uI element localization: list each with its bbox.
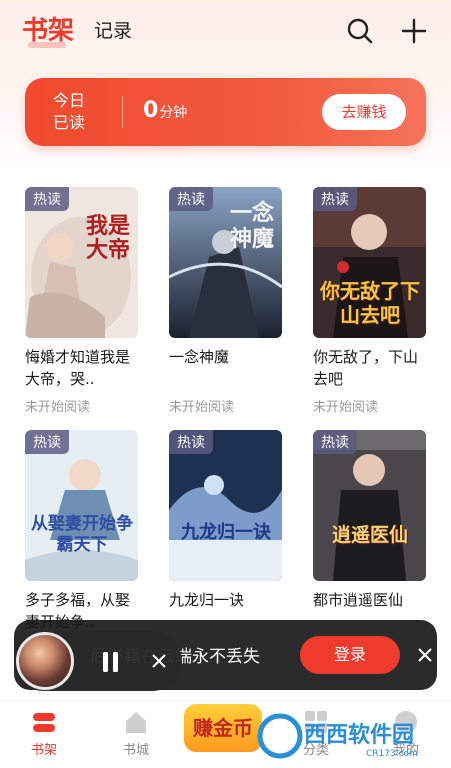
bookshelf-icon — [33, 713, 55, 732]
book-cover[interactable]: 九龙归一诀 热读 — [169, 430, 282, 581]
cover-title: 我是大帝 — [85, 214, 130, 263]
reading-time: 0 分钟 — [143, 98, 187, 123]
book-title: 你无敌了，下山去吧 — [313, 348, 419, 388]
book-cover[interactable]: 我是大帝 热读 — [25, 187, 138, 338]
book-cover[interactable]: 从娶妻开始争霸天下 热读 — [25, 430, 138, 581]
book-title: 悔婚才知道我是大帝，哭.. — [25, 348, 131, 388]
plus-icon[interactable] — [401, 18, 427, 44]
hot-badge: 热读 — [25, 430, 69, 454]
book-status: 未开始阅读 — [25, 400, 91, 415]
tab-bookshelf[interactable]: 书架 — [22, 12, 74, 50]
nav-item-bookshelf[interactable]: 书架 — [14, 709, 74, 758]
search-icon[interactable] — [347, 18, 373, 44]
player-cover-avatar — [16, 632, 74, 690]
watermark-text: 西西软件园 — [304, 722, 414, 748]
book-item[interactable]: 从娶妻开始争霸天下 热读 多子多福，从娶妻开始争.. — [25, 430, 141, 633]
hot-badge: 热读 — [169, 187, 213, 211]
reading-unit: 分钟 — [159, 105, 188, 121]
book-item[interactable]: 我是大帝 热读 悔婚才知道我是大帝，哭.. 未开始阅读 — [25, 187, 141, 415]
nav-label: 书架 — [30, 743, 57, 758]
login-button[interactable]: 登录 — [300, 636, 400, 674]
book-status: 未开始阅读 — [169, 400, 235, 415]
nav-item-bookstore[interactable]: 书城 — [106, 709, 166, 758]
cover-title: 你无敌了下山去吧 — [320, 279, 420, 327]
book-cover[interactable]: 逍遥医仙 热读 — [313, 430, 426, 581]
cover-title: 九龙归一诀 — [181, 522, 271, 543]
book-cover[interactable]: 一念神魔 热读 — [169, 187, 282, 338]
cover-title: 从娶妻开始争霸天下 — [31, 514, 133, 555]
book-item[interactable]: 一念神魔 热读 一念神魔 未开始阅读 — [169, 187, 285, 415]
close-icon[interactable] — [416, 646, 434, 664]
tab-history[interactable]: 记录 — [94, 12, 132, 50]
top-tabs: 书架 记录 — [22, 12, 132, 50]
book-status: 未开始阅读 — [313, 400, 379, 415]
audio-mini-player[interactable] — [14, 631, 182, 691]
pause-icon[interactable] — [102, 652, 120, 672]
today-reading-card: 今日 已读 0 分钟 去赚钱 — [25, 78, 426, 146]
cover-title: 逍遥医仙 — [331, 524, 408, 546]
nav-label: 书城 — [122, 743, 149, 758]
watermark-domain: CR173.com — [366, 749, 418, 759]
hot-badge: 热读 — [25, 187, 69, 211]
hot-badge: 热读 — [313, 187, 357, 211]
hot-badge: 热读 — [169, 430, 213, 454]
header-actions — [347, 18, 427, 44]
reading-minutes: 0 — [143, 98, 159, 123]
earn-money-button[interactable]: 去赚钱 — [322, 94, 406, 130]
book-item[interactable]: 九龙归一诀 热读 九龙归一诀 — [169, 430, 285, 633]
divider — [122, 96, 123, 128]
store-icon — [126, 712, 146, 733]
book-item[interactable]: 你无敌了下山去吧 热读 你无敌了，下山去吧 未开始阅读 — [313, 187, 429, 415]
close-player-icon[interactable] — [152, 654, 166, 668]
today-read-label: 今日 已读 — [52, 91, 85, 132]
book-cover[interactable]: 你无敌了下山去吧 热读 — [313, 187, 426, 338]
hot-badge: 热读 — [313, 430, 357, 454]
book-title: 一念神魔 — [169, 348, 230, 366]
cover-title: 一念神魔 — [229, 201, 274, 252]
site-watermark: 西西软件园 CR173.com — [257, 713, 418, 759]
book-item[interactable]: 逍遥医仙 热读 都市逍遥医仙 — [313, 430, 429, 633]
earn-coins-button[interactable]: 赚金币 — [184, 704, 262, 752]
